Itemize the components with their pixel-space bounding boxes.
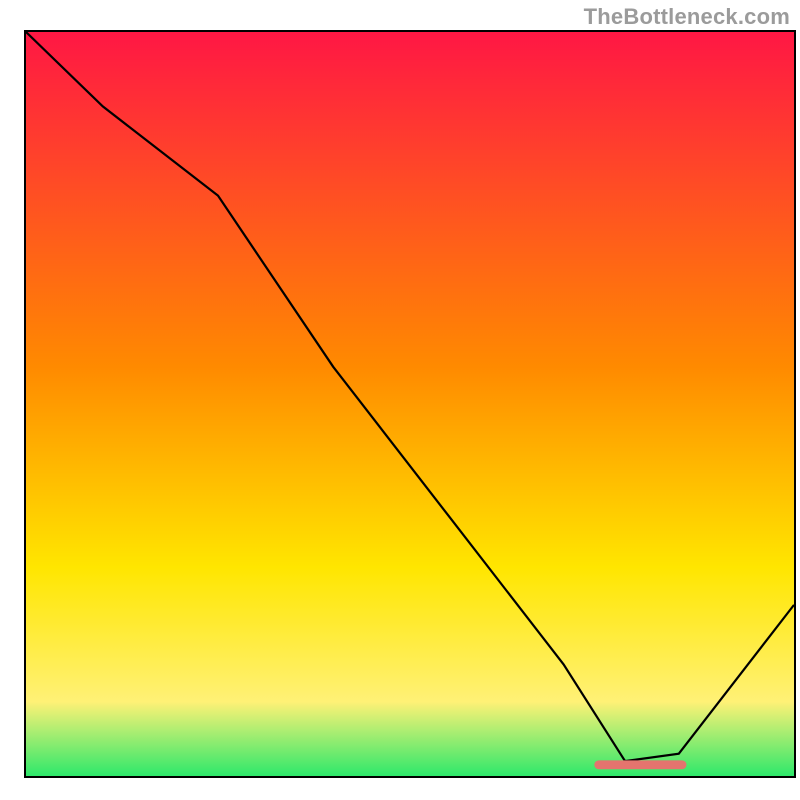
optimal-range-marker — [594, 760, 686, 769]
watermark-text: TheBottleneck.com — [584, 4, 790, 30]
chart-svg — [26, 32, 794, 776]
chart-frame: TheBottleneck.com — [0, 0, 800, 800]
plot-area — [24, 30, 796, 778]
gradient-background — [26, 32, 794, 776]
